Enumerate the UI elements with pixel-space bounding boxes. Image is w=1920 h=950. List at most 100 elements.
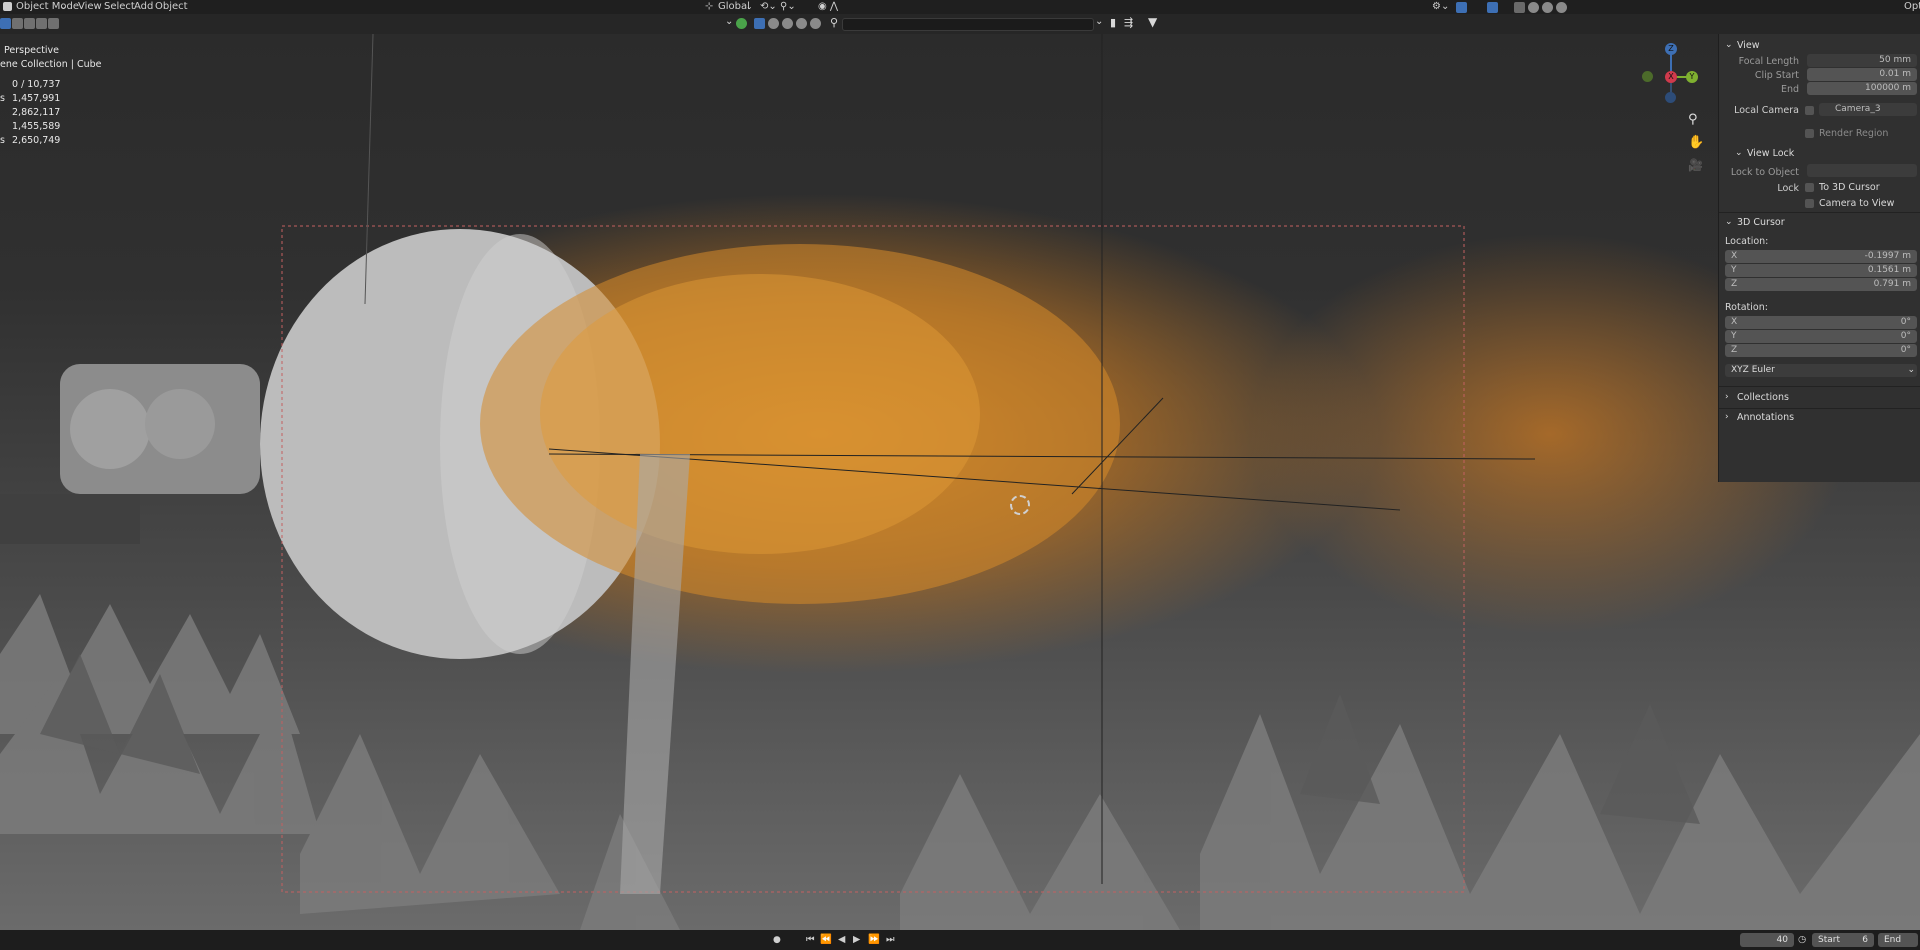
play-icon[interactable]: ▶ [853, 930, 860, 950]
clip-end-field[interactable]: 100000 m [1807, 82, 1917, 95]
axis-neg-y-icon[interactable] [1642, 71, 1653, 82]
jump-to-end-icon[interactable]: ⏭ [886, 930, 895, 950]
rotation-y-axis: Y [1731, 331, 1737, 341]
end-frame-field[interactable]: End [1878, 933, 1918, 947]
jump-prev-keyframe-icon[interactable]: ⏪ [820, 930, 832, 950]
clock-icon[interactable]: ◷ [1798, 930, 1806, 950]
end-label: End [1884, 935, 1902, 945]
pan-hand-icon[interactable]: ✋ [1688, 135, 1704, 150]
select-mode-extend-icon[interactable] [12, 18, 23, 29]
select-mode-new-icon[interactable] [0, 18, 11, 29]
start-frame-field[interactable]: Start 6 [1812, 933, 1874, 947]
navigation-gizmo[interactable]: Z X Y [1640, 42, 1700, 103]
focal-length-field[interactable]: 50 mm [1807, 54, 1917, 67]
sidebar-panel: ⌄ View Focal Length 50 mm Clip Start 0.0… [1718, 34, 1920, 482]
search-dropdown-icon[interactable]: ⌄ [1095, 16, 1103, 27]
lock-label: Lock [1777, 183, 1799, 194]
axis-y-icon[interactable]: Y [1686, 71, 1698, 83]
stat-value: 1,457,991 [12, 93, 61, 104]
rotation-y-value: 0° [1900, 331, 1911, 341]
mode-dropdown-icon[interactable]: ⌄ [60, 0, 67, 14]
snap-icon[interactable]: ⚲⌄ [780, 0, 796, 14]
top-menu-bar: Object Mode ⌄ View Select Add Object ⊹ G… [0, 0, 1920, 14]
collection-name: ene Collection | Cube [0, 59, 102, 70]
shading-material-icon[interactable] [1542, 2, 1553, 13]
panel-tab-options[interactable]: Opti [1904, 0, 1920, 14]
record-keyframe-icon[interactable]: ● [773, 930, 781, 950]
location-y-field[interactable]: Y 0.1561 m [1725, 264, 1917, 277]
current-frame-field[interactable]: 40 [1740, 933, 1794, 947]
hierarchy-icon[interactable]: ⇶ [1124, 16, 1133, 29]
shading-rendered-icon[interactable] [1556, 2, 1567, 13]
filter-dropdown-icon[interactable]: ⌄ [725, 16, 733, 27]
chevron-down-icon: ⌄ [1907, 365, 1915, 375]
render-region-label: Render Region [1819, 128, 1889, 139]
stat-value: 2,862,117 [12, 107, 61, 118]
3d-cursor-icon[interactable] [1010, 495, 1030, 515]
scene-statistics: 0 / 10,737 s 1,457,991 2,862,117 1,455,58… [0, 78, 61, 148]
axis-x-icon[interactable]: X [1665, 71, 1677, 83]
select-mode-intersect-icon[interactable] [36, 18, 47, 29]
view-section-header[interactable]: ⌄ View [1719, 40, 1920, 54]
menu-select[interactable]: Select [104, 0, 135, 14]
xray-toggle-icon[interactable] [1487, 2, 1498, 13]
pivot-icon[interactable]: ⟲⌄ [760, 0, 777, 14]
stat-value: 1,455,589 [12, 121, 61, 132]
shading-solid-icon[interactable] [1528, 2, 1539, 13]
stat-label: s [0, 135, 5, 146]
chevron-right-icon: › [1725, 412, 1729, 422]
jump-to-start-icon[interactable]: ⏮ [806, 930, 815, 950]
visibility-filter-icon[interactable] [736, 18, 747, 29]
rotation-z-field[interactable]: Z 0° [1725, 344, 1917, 357]
menu-add[interactable]: Add [134, 0, 153, 14]
proportional-edit-icon[interactable]: ◉ ⋀ [818, 0, 838, 14]
local-camera-checkbox[interactable] [1805, 106, 1814, 115]
overlay-toggle-icon[interactable] [1456, 2, 1467, 13]
to-3d-cursor-checkbox[interactable] [1805, 183, 1814, 192]
chevron-down-icon: ⌄ [1725, 217, 1733, 227]
camera-object-field[interactable]: Camera_3 [1819, 103, 1917, 116]
object-type-camera-icon[interactable] [810, 18, 821, 29]
selectable-filter-icon[interactable] [754, 18, 765, 29]
engine-machinery [0, 364, 260, 544]
object-type-light-icon[interactable] [796, 18, 807, 29]
orientation-icon[interactable]: ⊹ [705, 0, 713, 14]
lock-to-object-field[interactable] [1807, 164, 1917, 177]
rotation-mode-select[interactable]: XYZ Euler ⌄ [1725, 364, 1917, 377]
mode-selector[interactable]: Object Mode [16, 0, 79, 14]
3d-viewport[interactable]: Perspective ene Collection | Cube 0 / 10… [0, 34, 1920, 930]
axis-z-icon[interactable]: Z [1665, 43, 1677, 55]
render-region-checkbox[interactable] [1805, 129, 1814, 138]
filter-funnel-icon[interactable]: ▼ [1148, 15, 1157, 29]
clip-start-field[interactable]: 0.01 m [1807, 68, 1917, 81]
menu-object[interactable]: Object [155, 0, 188, 14]
orientation-dropdown-icon[interactable]: ⌄ [746, 0, 753, 14]
bookmark-icon[interactable]: ▮ [1110, 16, 1116, 29]
location-z-field[interactable]: Z 0.791 m [1725, 278, 1917, 291]
rotation-y-field[interactable]: Y 0° [1725, 330, 1917, 343]
collections-title: Collections [1737, 392, 1789, 403]
object-type-mesh-icon[interactable] [768, 18, 779, 29]
camera-to-view-label: Camera to View [1819, 198, 1895, 209]
camera-to-view-checkbox[interactable] [1805, 199, 1814, 208]
select-mode-subtract-icon[interactable] [24, 18, 35, 29]
object-type-curve-icon[interactable] [782, 18, 793, 29]
scene-render [0, 34, 1920, 930]
gizmo-toggle-icon[interactable]: ⚙⌄ [1432, 0, 1449, 14]
shading-wireframe-icon[interactable] [1514, 2, 1525, 13]
search-input[interactable] [842, 18, 1094, 31]
rotation-z-axis: Z [1731, 345, 1738, 355]
jump-next-keyframe-icon[interactable]: ⏩ [868, 930, 880, 950]
chevron-right-icon: › [1725, 392, 1729, 402]
camera-view-icon[interactable]: 🎥 [1688, 158, 1703, 172]
menu-view[interactable]: View [78, 0, 102, 14]
location-y-axis: Y [1731, 265, 1737, 275]
play-reverse-icon[interactable]: ◀ [838, 930, 845, 950]
editor-type-icon[interactable] [3, 2, 12, 11]
location-x-field[interactable]: X -0.1997 m [1725, 250, 1917, 263]
select-mode-invert-icon[interactable] [48, 18, 59, 29]
zoom-icon[interactable]: ⚲ [1688, 112, 1698, 127]
rotation-x-field[interactable]: X 0° [1725, 316, 1917, 329]
rotation-x-axis: X [1731, 317, 1738, 327]
axis-neg-z-icon[interactable] [1665, 92, 1676, 103]
